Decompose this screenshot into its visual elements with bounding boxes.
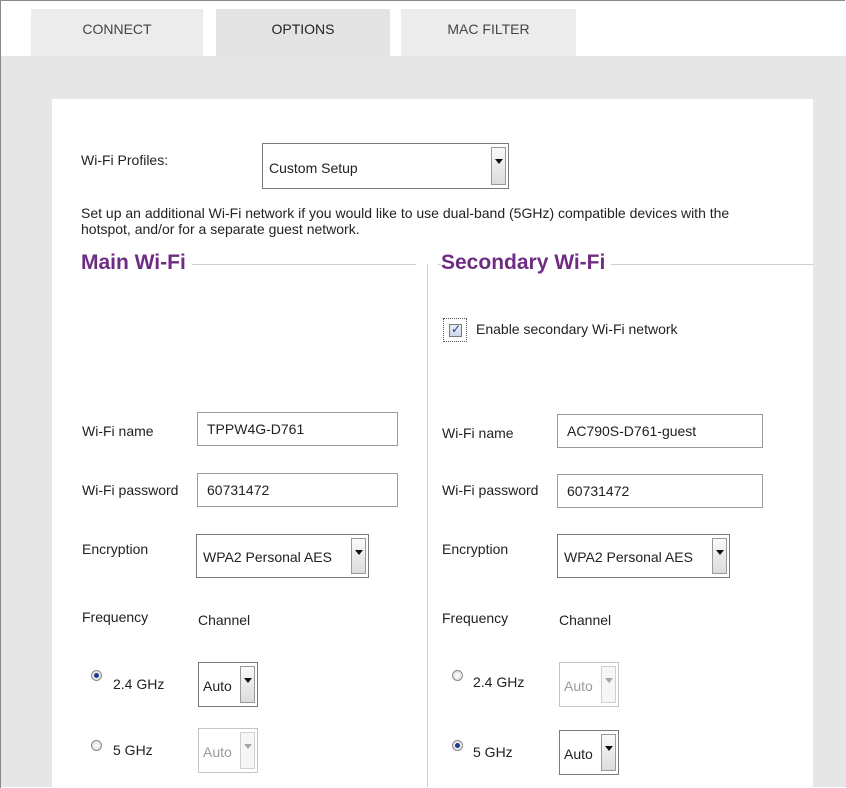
main-encryption-label: Encryption [82, 541, 149, 557]
secondary-band-5-label: 5 GHz [473, 744, 513, 760]
main-wifi-title: Main Wi-Fi [81, 251, 192, 275]
tab-bar: CONNECT OPTIONS MAC FILTER [1, 1, 846, 57]
secondary-channel-label: Channel [559, 612, 612, 628]
secondary-encryption-select[interactable]: WPA2 Personal AES [557, 534, 730, 578]
main-encryption-value: WPA2 Personal AES [203, 549, 332, 565]
chevron-down-icon [240, 732, 255, 769]
enable-secondary-checkbox[interactable] [443, 318, 467, 342]
wifi-profiles-label: Wi-Fi Profiles: [81, 152, 169, 168]
wifi-profiles-value: Custom Setup [269, 160, 358, 176]
secondary-band-5-channel-select[interactable]: Auto [559, 730, 619, 775]
main-band-24-channel-select[interactable]: Auto [198, 662, 258, 707]
secondary-band-24-channel-select: Auto [559, 662, 619, 707]
chevron-down-icon[interactable] [601, 734, 616, 771]
secondary-wifi-name-input[interactable] [557, 414, 763, 448]
chevron-down-icon[interactable] [491, 147, 506, 185]
main-band-5-channel-select: Auto [198, 728, 258, 773]
main-band-24-radio[interactable] [91, 670, 102, 681]
main-channel-label: Channel [198, 612, 251, 628]
secondary-frequency-label: Frequency [442, 610, 509, 626]
secondary-band-5-radio[interactable] [452, 740, 463, 751]
secondary-encryption-value: WPA2 Personal AES [564, 549, 693, 565]
enable-secondary-label: Enable secondary Wi-Fi network [476, 321, 678, 337]
main-wifi-password-input[interactable] [197, 473, 398, 507]
secondary-wifi-name-label: Wi-Fi name [442, 425, 514, 441]
description-text: Set up an additional Wi-Fi network if yo… [81, 205, 730, 237]
main-encryption-select[interactable]: WPA2 Personal AES [196, 534, 369, 578]
chevron-down-icon[interactable] [712, 538, 727, 574]
secondary-band-5-channel-value: Auto [564, 746, 593, 762]
tab-options[interactable]: OPTIONS [216, 9, 390, 57]
secondary-band-24-label: 2.4 GHz [473, 674, 525, 690]
tab-mac-filter[interactable]: MAC FILTER [401, 9, 576, 57]
secondary-encryption-label: Encryption [442, 541, 509, 557]
main-wifi-name-label: Wi-Fi name [82, 423, 154, 439]
main-band-5-channel-value: Auto [203, 744, 232, 760]
chevron-down-icon[interactable] [351, 538, 366, 574]
chevron-down-icon [601, 666, 616, 703]
chevron-down-icon[interactable] [240, 666, 255, 703]
secondary-band-24-radio[interactable] [452, 670, 463, 681]
column-divider [427, 264, 428, 787]
main-frequency-label: Frequency [82, 609, 149, 625]
main-wifi-password-label: Wi-Fi password [82, 482, 179, 498]
secondary-wifi-password-label: Wi-Fi password [442, 482, 539, 498]
main-band-24-label: 2.4 GHz [113, 676, 165, 692]
tab-connect[interactable]: CONNECT [31, 9, 203, 57]
main-band-5-radio[interactable] [91, 740, 102, 751]
secondary-wifi-title: Secondary Wi-Fi [441, 251, 612, 275]
secondary-wifi-password-input[interactable] [557, 474, 763, 508]
main-band-24-channel-value: Auto [203, 678, 232, 694]
checkmark-icon [449, 322, 462, 337]
secondary-band-24-channel-value: Auto [564, 678, 593, 694]
main-band-5-label: 5 GHz [113, 742, 153, 758]
wifi-profiles-select[interactable]: Custom Setup [262, 143, 509, 189]
main-wifi-name-input[interactable] [197, 412, 398, 446]
